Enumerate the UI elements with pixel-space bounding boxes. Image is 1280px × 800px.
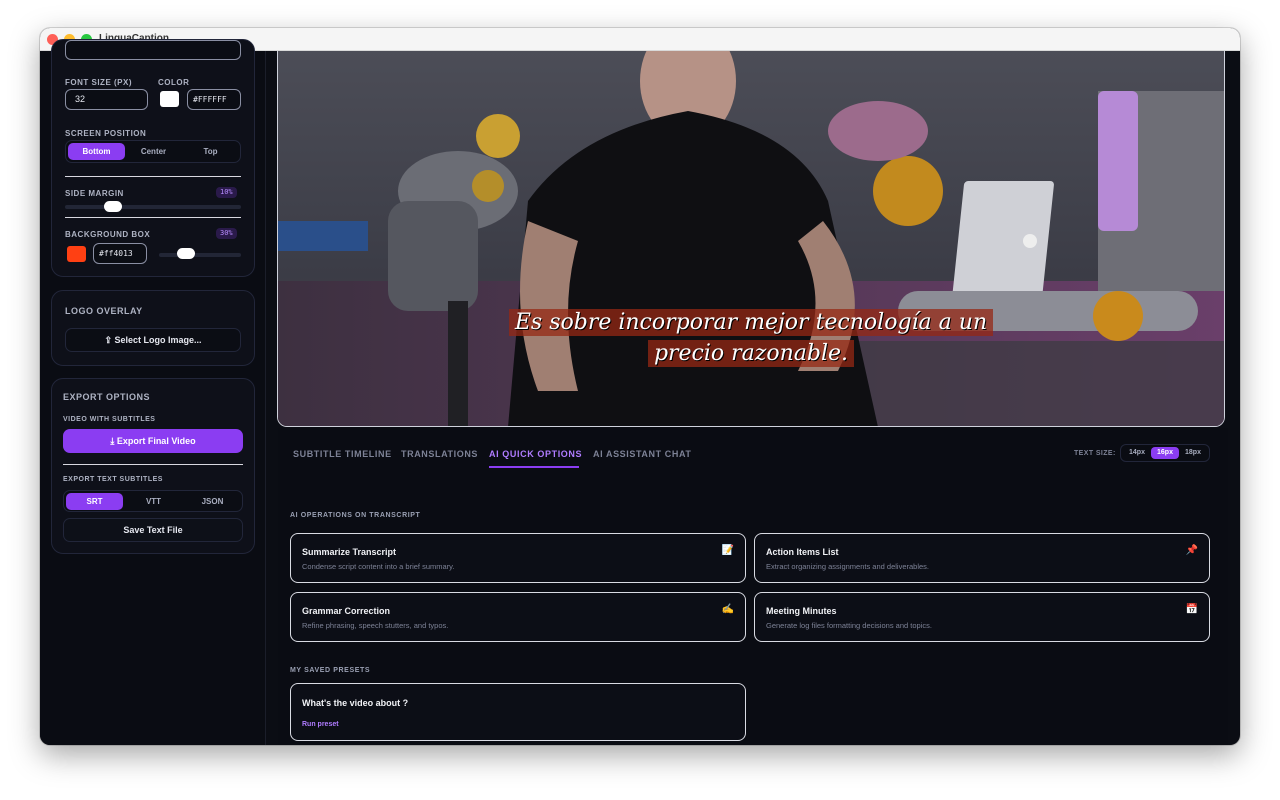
background-color-input[interactable]: #ff4013 xyxy=(93,243,147,264)
export-final-video-label: Export Final Video xyxy=(116,436,196,446)
subtitle-overlay: Es sobre incorporar mejor tecnología a u… xyxy=(278,309,1224,367)
tab-subtitle-timeline[interactable]: SUBTITLE TIMELINE xyxy=(293,449,392,459)
card-description: Generate log files formatting decisions … xyxy=(766,621,932,630)
card-title: Meeting Minutes xyxy=(766,606,837,616)
side-margin-slider-handle[interactable] xyxy=(104,201,122,212)
logo-overlay-title: LOGO OVERLAY xyxy=(65,306,143,316)
background-box-value: 30% xyxy=(216,228,237,239)
saved-presets-title: MY SAVED PRESETS xyxy=(290,667,371,674)
tab-bar: SUBTITLE TIMELINE TRANSLATIONS AI QUICK … xyxy=(278,428,1228,468)
save-text-file-button[interactable]: Save Text File xyxy=(63,518,243,542)
meeting-minutes-card[interactable]: Meeting Minutes Generate log files forma… xyxy=(754,592,1210,642)
subtitle-format-selector: SRT VTT JSON xyxy=(63,490,243,512)
side-margin-label: SIDE MARGIN xyxy=(65,189,124,198)
side-margin-value: 10% xyxy=(216,187,237,198)
font-family-field[interactable] xyxy=(65,40,241,60)
format-json-option[interactable]: JSON xyxy=(184,493,241,510)
select-logo-label: Select Logo Image... xyxy=(114,335,202,345)
position-bottom-option[interactable]: Bottom xyxy=(68,143,125,160)
pin-icon: 📌 xyxy=(1185,545,1198,556)
divider xyxy=(63,464,243,465)
color-label: COLOR xyxy=(158,78,190,87)
calendar-icon: 📅 xyxy=(1185,604,1198,615)
app-window: LinguaCaption FONT SIZE (PX) COLOR 32 #F… xyxy=(40,28,1240,745)
text-size-label: TEXT SIZE: xyxy=(1074,450,1116,457)
video-with-subtitles-label: VIDEO WITH SUBTITLES xyxy=(63,416,156,423)
screen-position-selector: Bottom Center Top xyxy=(65,140,241,163)
tab-translations[interactable]: TRANSLATIONS xyxy=(401,449,478,459)
run-preset-link[interactable]: Run preset xyxy=(302,721,339,728)
card-description: Extract organizing assignments and deliv… xyxy=(766,562,930,571)
position-top-option[interactable]: Top xyxy=(182,143,239,160)
card-title: Summarize Transcript xyxy=(302,547,397,557)
divider xyxy=(65,217,241,218)
preset-title: What's the video about ? xyxy=(302,698,409,708)
text-size-18-option[interactable]: 18px xyxy=(1179,447,1207,459)
tools-panel: SUBTITLE TIMELINE TRANSLATIONS AI QUICK … xyxy=(278,428,1228,745)
subtitle-line-1: Es sobre incorporar mejor tecnología a u… xyxy=(508,309,994,336)
upload-icon: ⇪ xyxy=(104,335,115,345)
text-color-input[interactable]: #FFFFFF xyxy=(187,89,241,110)
format-srt-option[interactable]: SRT xyxy=(66,493,123,510)
divider xyxy=(65,176,241,177)
background-opacity-slider-handle[interactable] xyxy=(177,248,195,259)
action-items-card[interactable]: Action Items List Extract organizing ass… xyxy=(754,533,1210,583)
side-margin-slider[interactable] xyxy=(65,205,241,209)
export-final-video-button[interactable]: ⤓ Export Final Video xyxy=(63,429,243,453)
text-color-swatch[interactable] xyxy=(160,91,179,107)
format-vtt-option[interactable]: VTT xyxy=(125,493,182,510)
background-box-label: BACKGROUND BOX xyxy=(65,230,151,239)
video-frame xyxy=(278,51,1224,426)
text-size-selector: 14px 16px 18px xyxy=(1120,444,1210,462)
subtitle-style-panel: FONT SIZE (PX) COLOR 32 #FFFFFF SCREEN P… xyxy=(51,39,255,277)
background-opacity-slider[interactable] xyxy=(159,253,241,257)
text-size-14-option[interactable]: 14px xyxy=(1123,447,1151,459)
saved-preset-card[interactable]: What's the video about ? Run preset xyxy=(290,683,746,741)
summarize-transcript-card[interactable]: Summarize Transcript Condense script con… xyxy=(290,533,746,583)
text-size-16-option[interactable]: 16px xyxy=(1151,447,1179,459)
tab-ai-quick-options[interactable]: AI QUICK OPTIONS xyxy=(489,449,582,459)
tab-ai-assistant-chat[interactable]: AI ASSISTANT CHAT xyxy=(593,449,692,459)
writing-hand-icon: ✍️ xyxy=(721,604,734,615)
font-size-label: FONT SIZE (PX) xyxy=(65,78,132,87)
font-size-input[interactable]: 32 xyxy=(65,89,148,110)
subtitle-line-2: precio razonable. xyxy=(647,340,855,367)
memo-icon: 📝 xyxy=(721,545,734,556)
position-center-option[interactable]: Center xyxy=(125,143,182,160)
export-options-title: EXPORT OPTIONS xyxy=(63,392,151,402)
sidebar: FONT SIZE (PX) COLOR 32 #FFFFFF SCREEN P… xyxy=(40,39,266,745)
logo-overlay-panel: LOGO OVERLAY ⇪ Select Logo Image... xyxy=(51,290,255,366)
select-logo-button[interactable]: ⇪ Select Logo Image... xyxy=(65,328,241,352)
card-description: Refine phrasing, speech stutters, and ty… xyxy=(302,621,449,630)
background-color-swatch[interactable] xyxy=(67,246,86,262)
active-tab-indicator xyxy=(489,466,579,468)
ai-operations-title: AI OPERATIONS ON TRANSCRIPT xyxy=(290,512,421,519)
card-title: Action Items List xyxy=(766,547,839,557)
card-title: Grammar Correction xyxy=(302,606,391,616)
grammar-correction-card[interactable]: Grammar Correction Refine phrasing, spee… xyxy=(290,592,746,642)
screen-position-label: SCREEN POSITION xyxy=(65,129,147,138)
video-preview[interactable]: Es sobre incorporar mejor tecnología a u… xyxy=(277,51,1225,427)
card-description: Condense script content into a brief sum… xyxy=(302,562,455,571)
export-text-subtitles-label: EXPORT TEXT SUBTITLES xyxy=(63,476,163,483)
export-options-panel: EXPORT OPTIONS VIDEO WITH SUBTITLES ⤓ Ex… xyxy=(51,378,255,554)
